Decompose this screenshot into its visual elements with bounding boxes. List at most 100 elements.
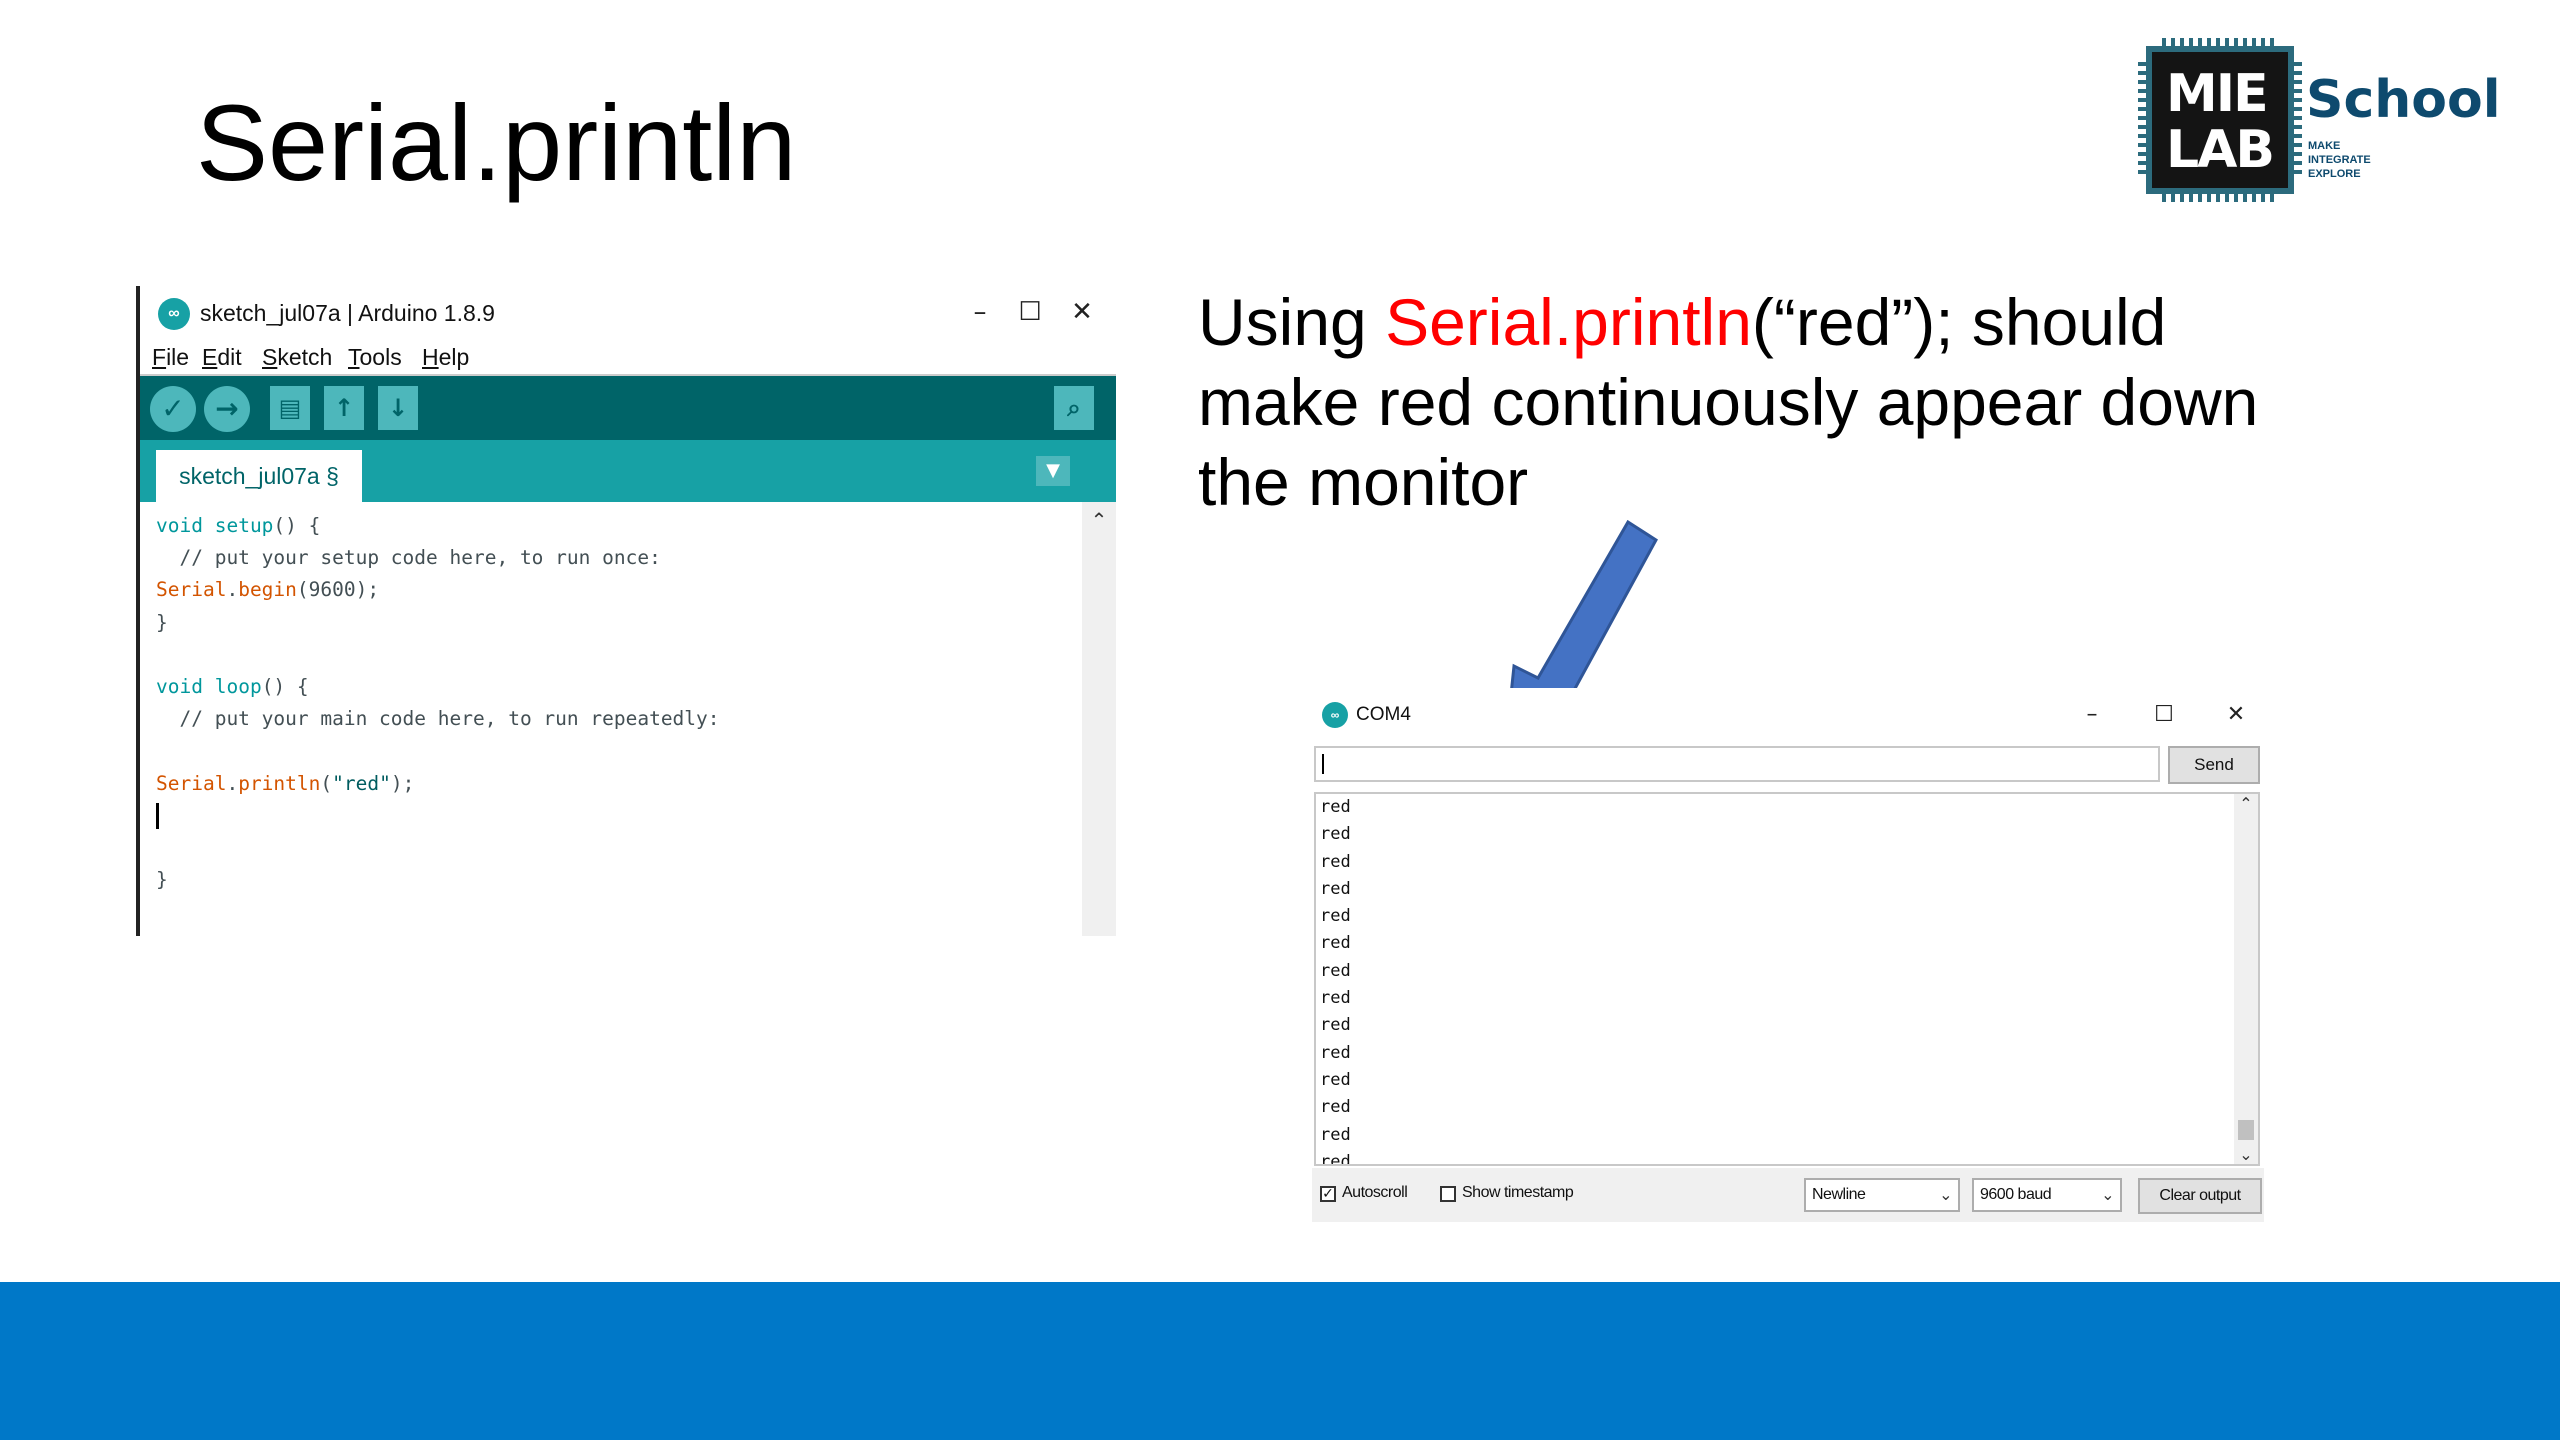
code-line[interactable]: Serial.begin(9600); — [156, 574, 720, 606]
code-line[interactable] — [156, 832, 720, 864]
tab-menu-chevron-icon[interactable]: ▼ — [1036, 456, 1070, 486]
serial-output-line: red — [1320, 1151, 1351, 1166]
code-token: begin — [238, 578, 297, 602]
close-button[interactable]: ✕ — [1062, 292, 1102, 332]
logo-tagline-make: MAKE — [2308, 140, 2341, 152]
logo-text-mie: MIE — [2166, 64, 2269, 124]
minimize-button[interactable]: – — [2074, 698, 2110, 732]
autoscroll-label[interactable]: Autoscroll — [1342, 1184, 1408, 1202]
ide-window-title: sketch_jul07a | Arduino 1.8.9 — [200, 300, 495, 326]
maximize-button[interactable]: ☐ — [2146, 698, 2182, 732]
instruction-prefix: Using — [1198, 285, 1386, 359]
code-line[interactable]: // put your main code here, to run repea… — [156, 703, 720, 735]
text-caret — [1322, 754, 1324, 774]
mielab-school-logo: MIE LAB School MAKE INTEGRATE EXPLORE — [2138, 38, 2501, 205]
clear-output-button[interactable]: Clear output — [2138, 1178, 2262, 1214]
upload-icon[interactable]: → — [204, 386, 250, 432]
ide-toolbar: ✓ → ▤ ↑ ↓ ⌕ — [140, 376, 1116, 440]
code-token: . — [226, 771, 239, 795]
serial-output-line: red — [1320, 1069, 1351, 1090]
serial-send-input[interactable] — [1314, 746, 2160, 782]
instruction-text: Using Serial.println(“red”); should make… — [1198, 282, 2318, 522]
line-ending-value: Newline — [1812, 1186, 1866, 1203]
monitor-titlebar[interactable]: ∞ COM4 – ☐ ✕ — [1312, 688, 2264, 740]
serial-output-line: red — [1320, 851, 1351, 872]
code-line[interactable]: Serial.println("red"); — [156, 768, 720, 800]
footer-bar — [0, 1282, 2560, 1440]
send-button[interactable]: Send — [2168, 746, 2260, 784]
serial-monitor-window: ∞ COM4 – ☐ ✕ Send red red red red red red red r… — [1312, 688, 2264, 1222]
serial-output-line: red — [1320, 1097, 1351, 1118]
save-icon[interactable]: ↓ — [378, 386, 418, 430]
code-token: setup — [214, 514, 274, 537]
arduino-logo-icon: ∞ — [158, 298, 190, 330]
scroll-down-chevron-icon[interactable]: ⌄ — [2234, 1145, 2258, 1164]
code-editor[interactable]: void setup() { // put your setup code he… — [140, 502, 1116, 936]
code-token: . — [226, 578, 239, 602]
new-icon[interactable]: ▤ — [270, 386, 310, 430]
menu-help[interactable]: Help — [422, 344, 469, 371]
arduino-logo-icon: ∞ — [1322, 702, 1348, 728]
close-button[interactable]: ✕ — [2218, 698, 2254, 732]
code-token: () { — [273, 514, 321, 537]
code-token: "red" — [332, 771, 391, 795]
code-line[interactable]: void loop() { — [156, 671, 720, 703]
chip-logo-icon: MIE LAB — [2138, 38, 2302, 202]
code-token: void — [156, 674, 203, 698]
serial-output-line: red — [1320, 824, 1351, 845]
code-line[interactable]: // put your setup code here, to run once… — [156, 542, 720, 574]
code-line[interactable] — [156, 639, 720, 671]
line-ending-select[interactable]: Newline ⌄ — [1804, 1178, 1960, 1212]
editor-scrollbar[interactable]: ⌃ — [1082, 502, 1116, 936]
tab-sketch[interactable]: sketch_jul07a § — [156, 450, 362, 502]
code-token: ( — [320, 771, 333, 795]
ide-tabbar: sketch_jul07a § ▼ — [140, 440, 1116, 502]
code-token: // put your setup code here, to run once… — [156, 546, 661, 570]
code-token: ); — [390, 771, 415, 795]
scroll-up-chevron-icon[interactable]: ⌃ — [2234, 794, 2258, 813]
code-token: Serial — [156, 771, 227, 795]
menu-sketch[interactable]: Sketch — [262, 344, 332, 371]
serial-monitor-icon[interactable]: ⌕ — [1054, 386, 1094, 430]
minimize-button[interactable]: – — [960, 292, 1000, 332]
baud-rate-select[interactable]: 9600 baud ⌄ — [1972, 1178, 2122, 1212]
code-token: // put your main code here, to run repea… — [156, 707, 720, 731]
code-line[interactable]: } — [156, 864, 720, 896]
code-line[interactable]: void setup() { — [156, 510, 720, 542]
menu-file[interactable]: File — [152, 344, 189, 371]
serial-output-lines: red red red red red red red red red red red red red r… — [1320, 794, 1351, 1166]
ide-titlebar[interactable]: ∞ sketch_jul07a | Arduino 1.8.9 – ☐ ✕ — [140, 286, 1116, 340]
arduino-ide-window: ∞ sketch_jul07a | Arduino 1.8.9 – ☐ ✕ Fi… — [136, 286, 1116, 936]
instruction-highlight: Serial.println — [1385, 285, 1752, 359]
code-token: () { — [261, 674, 309, 698]
serial-output-area[interactable]: red red red red red red red red red red red red red r… — [1314, 792, 2260, 1166]
timestamp-checkbox[interactable] — [1440, 1186, 1456, 1202]
menu-edit[interactable]: Edit — [202, 344, 242, 371]
baud-rate-value: 9600 baud — [1980, 1186, 2052, 1203]
open-icon[interactable]: ↑ — [324, 386, 364, 430]
serial-output-line: red — [1320, 797, 1351, 817]
monitor-window-title: COM4 — [1356, 704, 1411, 725]
output-scrollbar[interactable]: ⌃ ⌄ — [2234, 794, 2258, 1164]
serial-output-line: red — [1320, 960, 1351, 981]
logo-tagline-explore: EXPLORE — [2308, 168, 2361, 180]
slide-title: Serial.println — [196, 82, 797, 203]
code-text[interactable]: void setup() { // put your setup code he… — [156, 510, 720, 896]
scrollbar-thumb[interactable] — [2238, 1120, 2254, 1140]
verify-icon[interactable]: ✓ — [150, 386, 196, 432]
code-token: } — [156, 610, 168, 634]
maximize-button[interactable]: ☐ — [1010, 292, 1050, 332]
timestamp-label[interactable]: Show timestamp — [1462, 1184, 1574, 1202]
scroll-up-chevron-icon[interactable]: ⌃ — [1082, 508, 1116, 532]
code-line[interactable] — [156, 800, 720, 832]
code-line[interactable] — [156, 735, 720, 767]
autoscroll-checkbox[interactable]: ✓ — [1320, 1186, 1336, 1202]
serial-output-line: red — [1320, 878, 1351, 899]
monitor-statusbar: ✓ Autoscroll Show timestamp Newline ⌄ 96… — [1312, 1168, 2264, 1222]
code-line[interactable]: } — [156, 607, 720, 639]
code-token: Serial — [156, 578, 227, 602]
menu-tools[interactable]: Tools — [348, 344, 402, 371]
code-token: void — [156, 514, 203, 537]
ide-menubar: File Edit Sketch Tools Help — [140, 340, 1116, 376]
